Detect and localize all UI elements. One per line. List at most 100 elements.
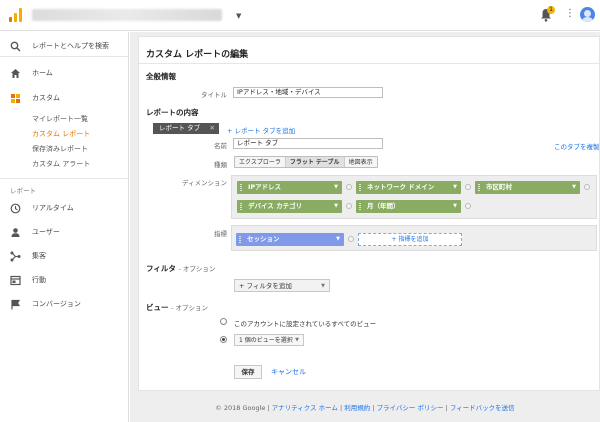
type-map-overlay[interactable]: 地図表示 — [344, 157, 377, 167]
sidebar-item-users[interactable]: ユーザー — [0, 224, 129, 240]
report-content-heading: レポートの内容 — [146, 108, 199, 117]
footer: © 2018 Google | アナリティクス ホーム | 利用規約 | プライ… — [130, 402, 600, 412]
views-heading: ビュー - オプション — [146, 302, 208, 313]
add-filter-dropdown[interactable]: + フィルタを追加 ▼ — [234, 279, 330, 292]
dimension-label: IPアドレス — [248, 183, 282, 191]
dimension-pill-city[interactable]: 市区町村 ▼ — [475, 181, 580, 194]
sidebar-item-label: 集客 — [32, 252, 46, 260]
drag-handle-icon — [359, 203, 361, 210]
select-views-dropdown[interactable]: 1 個のビューを選択 ▼ — [234, 334, 304, 346]
sidebar-search-label: レポートとヘルプを検索 — [32, 42, 109, 50]
copyright: © 2018 Google | — [215, 404, 270, 412]
account-selector[interactable] — [32, 9, 222, 21]
sidebar-item-custom[interactable]: カスタム — [0, 90, 129, 106]
metric-pill-sessions[interactable]: セッション ▼ — [236, 233, 344, 246]
all-views-label: このアカウントに設定されているすべてのビュー — [234, 320, 377, 328]
sidebar-item-conversions[interactable]: コンバージョン — [0, 296, 129, 312]
dimension-label: 市区町村 — [486, 183, 512, 191]
title-input[interactable]: IPアドレス・地域・デバイス — [233, 87, 383, 98]
caret-down-icon[interactable]: ▼ — [453, 181, 457, 194]
sidebar-item-label: コンバージョン — [32, 300, 81, 308]
sidebar-item-label: ユーザー — [32, 228, 60, 236]
acquisition-icon — [10, 251, 21, 261]
top-bar: ▼ 1 ⋮ — [0, 0, 600, 31]
person-icon — [11, 227, 20, 237]
dimension-pill-network-domain[interactable]: ネットワーク ドメイン ▼ — [356, 181, 461, 194]
avatar[interactable] — [580, 7, 595, 22]
duplicate-tab-link[interactable]: このタブを複製 — [554, 141, 600, 151]
add-metric-button[interactable]: + 指標を追加 — [358, 233, 462, 246]
sidebar-search[interactable]: レポートとヘルプを検索 — [0, 38, 129, 54]
sidebar: レポートとヘルプを検索 ホーム カスタム マイレポート一覧 カスタム レポート … — [0, 32, 129, 422]
dimension-pill-month-of-year[interactable]: 月（年間） ▼ — [356, 200, 461, 213]
optional-label: - オプション — [178, 265, 216, 273]
sidebar-item-label: リアルタイム — [32, 204, 74, 212]
type-label: 種類 — [214, 161, 227, 169]
tab-name-input[interactable]: レポート タブ — [233, 138, 383, 149]
notification-badge: 1 — [547, 6, 555, 14]
sidebar-sub-custom-alerts[interactable]: カスタム アラート — [32, 159, 90, 169]
sidebar-item-home[interactable]: ホーム — [0, 65, 129, 81]
caret-down-icon[interactable]: ▼ — [236, 12, 241, 20]
report-tab-chip[interactable]: レポート タブ ✕ — [153, 123, 219, 134]
edit-custom-report-card: カスタム レポートの編集 全般情報 タイトル IPアドレス・地域・デバイス レポ… — [138, 36, 600, 391]
type-flat-table[interactable]: フラット テーブル — [285, 157, 345, 167]
sidebar-sub-custom-reports[interactable]: カスタム レポート — [32, 129, 90, 139]
close-icon[interactable]: ✕ — [210, 123, 215, 134]
footer-link-privacy[interactable]: プライバシー ポリシー — [377, 404, 444, 412]
radio-all-views[interactable] — [220, 318, 227, 325]
sidebar-section-title: レポート — [10, 187, 36, 195]
footer-link-feedback[interactable]: フィードバックを送信 — [450, 404, 515, 412]
customization-icon — [11, 93, 20, 103]
sidebar-item-acquisition[interactable]: 集客 — [0, 248, 129, 264]
dimension-drilldown-box: IPアドレス ▼ ネットワーク ドメイン ▼ 市区町村 ▼ デバイス カテゴリ … — [231, 175, 597, 219]
metric-slot-dot[interactable] — [348, 236, 354, 242]
save-button[interactable]: 保存 — [234, 365, 262, 379]
filter-heading-text: フィルタ — [146, 264, 176, 273]
filter-heading: フィルタ - オプション — [146, 263, 215, 274]
sidebar-item-realtime[interactable]: リアルタイム — [0, 200, 129, 216]
drag-handle-icon — [359, 184, 361, 191]
dimension-slot-dot[interactable] — [584, 184, 590, 190]
type-explorer[interactable]: エクスプローラ — [235, 157, 286, 167]
title-label: タイトル — [201, 91, 227, 99]
dimension-pill-device-category[interactable]: デバイス カテゴリ ▼ — [237, 200, 342, 213]
caret-down-icon[interactable]: ▼ — [336, 233, 340, 246]
footer-link-analytics-home[interactable]: アナリティクス ホーム — [272, 404, 338, 412]
caret-down-icon: ▼ — [295, 337, 299, 343]
dimension-slot-dot[interactable] — [465, 184, 471, 190]
add-filter-label: + フィルタを追加 — [239, 282, 292, 290]
caret-down-icon[interactable]: ▼ — [572, 181, 576, 194]
sidebar-item-behavior[interactable]: 行動 — [0, 272, 129, 288]
dimension-pill-ip-address[interactable]: IPアドレス ▼ — [237, 181, 342, 194]
cancel-link[interactable]: キャンセル — [271, 367, 306, 377]
divider — [0, 178, 129, 179]
report-tab-label: レポート タブ — [159, 124, 201, 132]
select-views-label: 1 個のビューを選択 — [239, 337, 293, 344]
page-title: カスタム レポートの編集 — [146, 50, 249, 60]
caret-down-icon: ▼ — [321, 283, 325, 289]
dimension-slot-dot[interactable] — [346, 184, 352, 190]
drag-handle-icon — [478, 184, 480, 191]
dimension-label: デバイス カテゴリ — [248, 202, 303, 210]
metric-label: 指標 — [214, 230, 227, 238]
analytics-logo-icon[interactable] — [9, 8, 23, 22]
dimension-label: 月（年間） — [367, 202, 400, 210]
caret-down-icon[interactable]: ▼ — [334, 200, 338, 213]
dimension-slot-dot[interactable] — [346, 203, 352, 209]
caret-down-icon[interactable]: ▼ — [334, 181, 338, 194]
add-report-tab-link[interactable]: + レポート タブを追加 — [227, 125, 295, 135]
home-icon — [11, 68, 20, 78]
report-type-selector: エクスプローラ フラット テーブル 地図表示 — [234, 156, 378, 168]
sidebar-item-label: ホーム — [32, 69, 53, 77]
more-vert-icon[interactable]: ⋮ — [565, 9, 575, 19]
search-icon — [10, 41, 21, 51]
dimension-slot-dot[interactable] — [465, 203, 471, 209]
dimension-label: ディメンション — [181, 179, 227, 187]
sidebar-sub-saved-reports[interactable]: 保存済みレポート — [32, 144, 88, 154]
views-heading-text: ビュー — [146, 303, 169, 312]
radio-select-views[interactable] — [220, 336, 227, 343]
footer-link-terms[interactable]: 利用規約 — [344, 404, 370, 412]
caret-down-icon[interactable]: ▼ — [453, 200, 457, 213]
sidebar-sub-my-reports[interactable]: マイレポート一覧 — [32, 114, 88, 124]
